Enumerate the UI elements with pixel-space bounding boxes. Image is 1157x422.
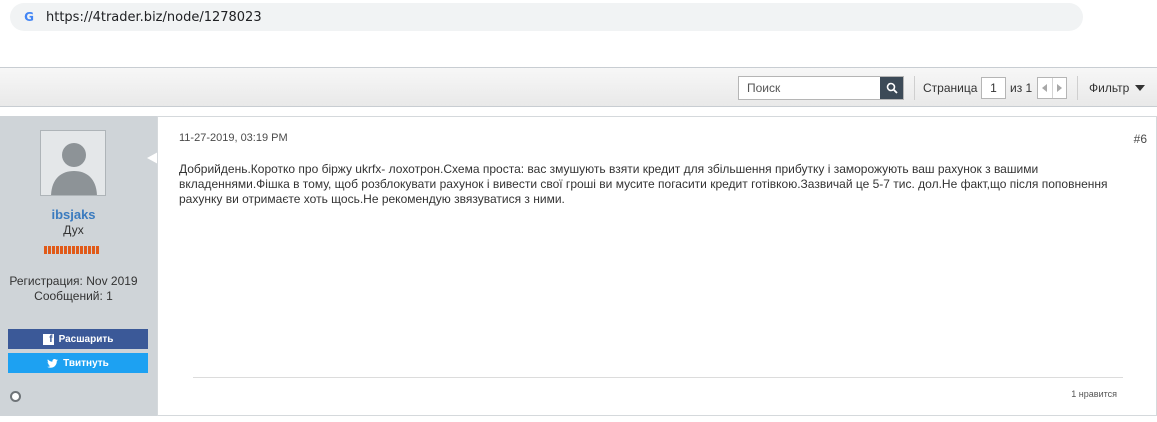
post: ibsjaks Дух Регистрация: Nov 2019 Сообще… (0, 116, 1157, 416)
user-stats: Регистрация: Nov 2019 Сообщений: 1 (0, 274, 147, 304)
topic-toolbar: Страница 1 из 1 Фильтр (0, 67, 1157, 107)
divider (193, 377, 1123, 378)
facebook-share-button[interactable]: f Расшарить (8, 329, 148, 349)
address-bar[interactable]: G https://4trader.biz/node/1278023 (10, 3, 1083, 31)
tweet-button[interactable]: Твитнуть (8, 353, 148, 373)
likes-count[interactable]: 1 нравится (1071, 389, 1117, 399)
search-icon (886, 82, 898, 94)
share-label: Расшарить (58, 333, 114, 345)
tweet-label: Твитнуть (63, 357, 109, 369)
user-info-panel: ibsjaks Дух Регистрация: Nov 2019 Сообще… (0, 116, 158, 416)
pager-arrows (1037, 77, 1067, 99)
page-number-input[interactable]: 1 (981, 77, 1006, 99)
post-number-link[interactable]: #6 (1134, 132, 1147, 146)
default-user-icon (41, 131, 105, 195)
url-text[interactable]: https://4trader.biz/node/1278023 (46, 10, 262, 25)
online-status-icon (10, 391, 21, 402)
page-total-label: из 1 (1010, 81, 1033, 95)
search-box (738, 76, 904, 100)
twitter-icon (47, 358, 59, 368)
chevron-right-icon (1057, 84, 1063, 92)
filter-label: Фильтр (1089, 81, 1130, 95)
search-input[interactable] (739, 77, 880, 99)
user-title: Дух (63, 223, 84, 237)
avatar[interactable] (40, 130, 106, 196)
chevron-left-icon (1041, 84, 1047, 92)
divider (1077, 76, 1078, 100)
post-date: 11-27-2019, 03:19 PM (179, 132, 288, 144)
google-g-icon: G (24, 10, 34, 24)
reputation-bar (44, 246, 99, 254)
page-label: Страница (923, 81, 978, 95)
username-link[interactable]: ibsjaks (0, 207, 147, 222)
post-text: Добрийдень.Коротко про біржу ukrfx- лохо… (179, 162, 1108, 206)
facebook-icon: f (42, 333, 54, 345)
filter-dropdown[interactable]: Фильтр (1089, 81, 1146, 95)
message-count: Сообщений: 1 (34, 289, 113, 303)
previous-page-button[interactable] (1038, 78, 1052, 98)
next-page-button[interactable] (1051, 78, 1067, 98)
post-content: 11-27-2019, 03:19 PM #6 Добрийдень.Корот… (157, 116, 1157, 416)
search-button[interactable] (880, 77, 903, 99)
divider (914, 76, 915, 100)
registration-date: Регистрация: Nov 2019 (9, 274, 138, 288)
caret-down-icon (1135, 85, 1146, 91)
